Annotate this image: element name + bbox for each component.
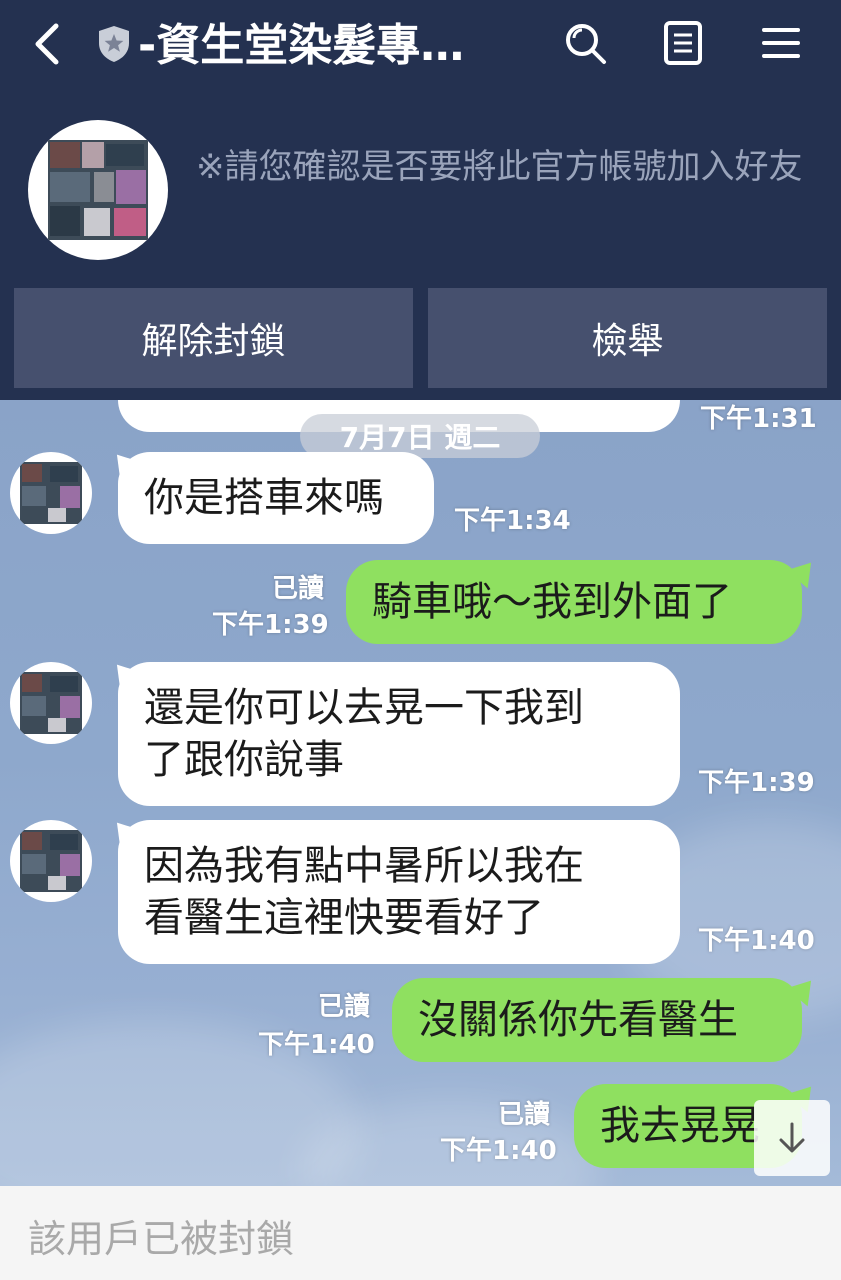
search-icon[interactable] xyxy=(560,18,610,68)
message-text: 你是搭車來嗎 xyxy=(144,475,384,521)
contact-avatar[interactable] xyxy=(10,662,92,744)
incoming-message[interactable]: 還是你可以去晃一下我到 了跟你說事 xyxy=(118,662,680,806)
message-time: 下午1:31 xyxy=(700,404,817,434)
message-time: 下午1:40 xyxy=(698,926,815,956)
message-text-line: 還是你可以去晃一下我到 xyxy=(144,685,584,731)
notes-icon[interactable] xyxy=(658,18,708,68)
message-text: 我去晃晃 xyxy=(600,1103,760,1149)
contact-avatar[interactable] xyxy=(10,820,92,902)
message-text-line: 了跟你說事 xyxy=(144,737,344,783)
message-time: 下午1:40 xyxy=(258,1030,375,1060)
profile-avatar[interactable] xyxy=(28,120,168,260)
chat-header: -資生堂染髮專… ※請您確認是否要將此官方帳號加入好友 解除封鎖 檢舉 xyxy=(0,0,841,400)
read-receipt: 已讀 xyxy=(498,1100,551,1130)
arrow-down-icon xyxy=(779,1122,805,1153)
message-time: 下午1:40 xyxy=(440,1136,557,1166)
message-time: 下午1:34 xyxy=(454,506,571,536)
add-friend-notice: ※請您確認是否要將此官方帳號加入好友 xyxy=(196,147,803,187)
contact-avatar[interactable] xyxy=(10,452,92,534)
scroll-to-bottom-button[interactable] xyxy=(754,1100,830,1176)
blocked-notice: 該用戶已被封鎖 xyxy=(28,1217,295,1261)
avatar-image xyxy=(20,830,82,892)
avatar-image xyxy=(20,672,82,734)
outgoing-message[interactable]: 沒關係你先看醫生 xyxy=(392,978,802,1062)
blocked-footer: 該用戶已被封鎖 xyxy=(0,1186,841,1280)
unblock-button[interactable]: 解除封鎖 xyxy=(14,288,413,388)
report-button[interactable]: 檢舉 xyxy=(428,288,827,388)
avatar-image xyxy=(20,462,82,524)
message-time: 下午1:39 xyxy=(212,610,329,640)
read-receipt: 已讀 xyxy=(318,992,371,1022)
message-text-line: 看醫生這裡快要看好了 xyxy=(144,895,544,941)
message-time: 下午1:39 xyxy=(698,768,815,798)
message-text-line: 因為我有點中暑所以我在 xyxy=(144,843,584,889)
avatar-image xyxy=(48,140,148,240)
outgoing-message[interactable]: 騎車哦～我到外面了 xyxy=(346,560,802,644)
hamburger-menu-icon[interactable] xyxy=(756,18,806,68)
chevron-left-icon[interactable] xyxy=(28,14,68,74)
message-text: 沒關係你先看醫生 xyxy=(418,997,738,1043)
read-receipt: 已讀 xyxy=(272,574,325,604)
incoming-message[interactable]: 因為我有點中暑所以我在 看醫生這裡快要看好了 xyxy=(118,820,680,964)
message-text: 騎車哦～我到外面了 xyxy=(372,579,732,625)
chat-title: -資生堂染髮專… xyxy=(138,20,465,71)
incoming-message[interactable]: 你是搭車來嗎 xyxy=(118,452,434,544)
shield-star-icon xyxy=(99,26,129,62)
chat-area[interactable]: 下午1:31 7月7日 週二 你是搭車來嗎 下午1:34 已讀 下午1:39 騎… xyxy=(0,400,841,1186)
